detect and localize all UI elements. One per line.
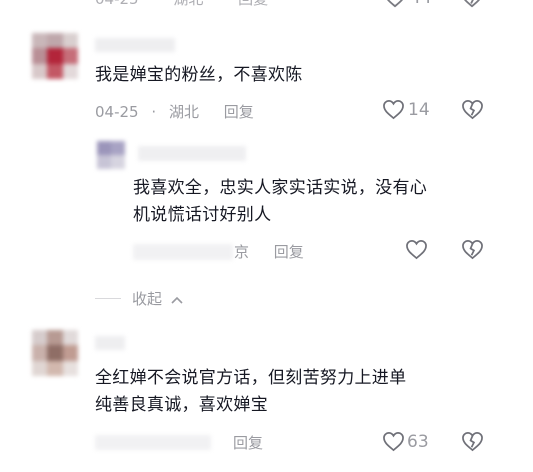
reply-button[interactable]: 回复 [238, 0, 268, 8]
username[interactable] [138, 146, 246, 161]
comment-meta: 04-25 · 湖北 回复 [95, 101, 254, 122]
comment-line: 机说慌话讨好别人 [133, 205, 272, 225]
comment-text: 我是婵宝的粉丝，不喜欢陈 [95, 62, 303, 89]
like-count: 63 [407, 432, 429, 452]
dislike-heart-icon[interactable] [461, 239, 484, 260]
top-comment-meta: 04-25 湖北 回复 [95, 0, 268, 9]
heart-icon[interactable] [384, 0, 406, 8]
like-count: 14 [408, 100, 430, 120]
comment-text: 我喜欢全，忠实人家实话实说，没有心 机说慌话讨好别人 [133, 175, 427, 229]
heart-icon[interactable] [405, 239, 428, 260]
dislike-heart-icon[interactable] [461, 99, 484, 120]
like-count: 44 [410, 0, 432, 8]
collapse-button[interactable]: 收起 [132, 288, 184, 309]
comment-location: 湖北 [173, 0, 203, 8]
comment-location: 湖北 [168, 103, 199, 121]
comment-line: 我喜欢全，忠实人家实话实说，没有心 [133, 178, 428, 198]
comment-line: 我是婵宝的粉丝，不喜欢陈 [95, 65, 303, 85]
collapse-divider [95, 298, 121, 299]
comment-meta: 京 回复 [234, 241, 304, 262]
reply-button[interactable]: 回复 [224, 103, 254, 121]
comment-line: 纯善良真诚，喜欢婵宝 [95, 395, 268, 415]
dislike-heart-icon[interactable] [461, 0, 483, 8]
collapse-label: 收起 [132, 290, 163, 308]
username[interactable] [95, 336, 125, 350]
comment-meta-blurred [95, 435, 211, 450]
dislike-heart-icon[interactable] [461, 431, 484, 452]
meta-separator: · [151, 103, 157, 121]
chevron-up-icon [170, 291, 184, 309]
comment-date: 04-25 [95, 103, 139, 121]
avatar[interactable] [97, 141, 125, 169]
heart-icon[interactable] [382, 99, 405, 120]
comment-date: 04-25 [95, 0, 139, 8]
comment-location: 京 [234, 243, 250, 261]
avatar[interactable] [32, 330, 78, 376]
comment-line: 全红婵不会说官方话，但刻苦努力上进单 [95, 368, 407, 388]
heart-icon[interactable] [382, 431, 405, 452]
comment-meta-blurred [133, 244, 233, 260]
avatar[interactable] [32, 33, 78, 79]
reply-button[interactable]: 回复 [233, 432, 263, 453]
username[interactable] [95, 38, 175, 52]
comment-text: 全红婵不会说官方话，但刻苦努力上进单 纯善良真诚，喜欢婵宝 [95, 365, 406, 419]
reply-button[interactable]: 回复 [274, 243, 304, 261]
